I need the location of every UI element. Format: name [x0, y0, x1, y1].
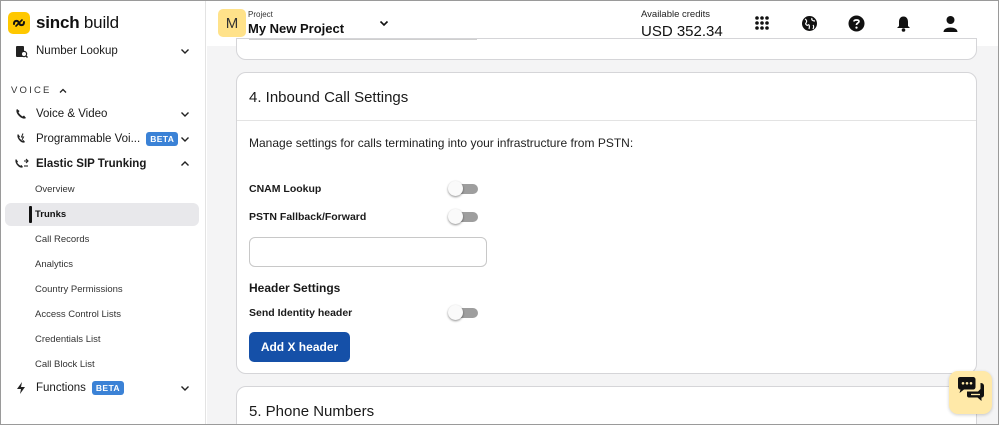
bell-icon[interactable]	[893, 13, 913, 33]
send-identity-label: Send Identity header	[249, 307, 353, 319]
subitem-label: Access Control Lists	[35, 309, 122, 320]
toggle-knob	[448, 209, 463, 224]
apps-grid-icon[interactable]	[752, 13, 772, 33]
pstn-fallback-label: PSTN Fallback/Forward	[249, 211, 367, 223]
subitem-label: Credentials List	[35, 334, 101, 345]
inbound-call-settings-card: 4. Inbound Call Settings Manage settings…	[236, 72, 977, 374]
subitem-label: Call Block List	[35, 359, 95, 370]
previous-section-divider	[249, 39, 477, 40]
chevron-down-icon[interactable]	[179, 133, 191, 145]
phone-numbers-card: 5. Phone Numbers	[236, 386, 977, 424]
project-chevron-down-icon[interactable]	[378, 17, 390, 29]
section-title: 5. Phone Numbers	[249, 403, 375, 420]
cnam-lookup-label: CNAM Lookup	[249, 183, 322, 195]
sidebar-subitem-access-control-lists[interactable]: Access Control Lists	[5, 303, 199, 326]
project-avatar[interactable]: M	[218, 9, 246, 37]
sidebar: sinch build Number Lookup VOICE Voice & …	[1, 1, 206, 424]
subitem-label: Overview	[35, 184, 75, 195]
brand-name: sinch build	[36, 13, 119, 33]
subitem-label: Analytics	[35, 259, 74, 270]
add-x-header-button[interactable]: Add X header	[249, 332, 350, 362]
sidebar-item-elastic-sip-trunking[interactable]: Elastic SIP Trunking	[5, 152, 199, 176]
sidebar-item-label: Elastic SIP Trunking	[36, 158, 147, 170]
chevron-down-icon[interactable]	[179, 382, 191, 394]
credits-caption: Available credits	[641, 9, 711, 20]
chevron-up-icon	[59, 88, 67, 93]
subitem-label: Country Permissions	[35, 284, 123, 295]
pstn-fallback-toggle[interactable]	[448, 209, 478, 224]
project-name[interactable]: My New Project	[248, 21, 344, 36]
globe-icon[interactable]	[799, 13, 819, 33]
chevron-down-icon[interactable]	[179, 108, 191, 120]
project-caption: Project	[248, 10, 273, 19]
send-identity-toggle[interactable]	[448, 305, 478, 320]
subitem-label: Trunks	[35, 209, 67, 220]
app-frame: sinch build Number Lookup VOICE Voice & …	[0, 0, 999, 425]
header-settings-heading: Header Settings	[249, 281, 341, 295]
sidebar-item-label: Number Lookup	[36, 45, 118, 57]
help-icon[interactable]	[846, 13, 866, 33]
lightning-icon	[13, 380, 29, 396]
chat-bubbles-icon	[956, 376, 986, 409]
sidebar-subitem-call-block-list[interactable]: Call Block List	[5, 353, 199, 376]
chat-support-button[interactable]	[949, 371, 992, 414]
section-divider	[237, 120, 976, 121]
toggle-knob	[448, 181, 463, 196]
voice-section-text: VOICE	[11, 85, 52, 96]
sidebar-item-label: Voice & Video	[36, 108, 108, 120]
sip-trunking-icon	[13, 156, 29, 172]
cnam-lookup-toggle[interactable]	[448, 181, 478, 196]
subitem-label: Call Records	[35, 234, 90, 245]
brand-name-bold: sinch	[36, 13, 80, 32]
sidebar-subitem-analytics[interactable]: Analytics	[5, 253, 199, 276]
sidebar-item-number-lookup[interactable]: Number Lookup	[5, 39, 199, 63]
section-title: 4. Inbound Call Settings	[249, 89, 409, 106]
chevron-up-icon[interactable]	[179, 158, 191, 170]
chevron-down-icon[interactable]	[179, 45, 191, 57]
sidebar-subitem-overview[interactable]: Overview	[5, 178, 199, 201]
sidebar-subitem-call-records[interactable]: Call Records	[5, 228, 199, 251]
sidebar-item-programmable-voice[interactable]: Programmable Voi... BETA	[5, 127, 199, 151]
brand-logo[interactable]: sinch build	[8, 11, 119, 35]
main-content: 4. Inbound Call Settings Manage settings…	[207, 38, 998, 424]
previous-section-card	[236, 38, 977, 60]
user-icon[interactable]	[940, 13, 960, 33]
sidebar-item-label: Functions	[36, 382, 86, 394]
sidebar-subitem-country-permissions[interactable]: Country Permissions	[5, 278, 199, 301]
sidebar-subitem-trunks[interactable]: Trunks	[5, 203, 199, 226]
project-initial: M	[225, 14, 239, 32]
beta-badge: BETA	[146, 132, 179, 146]
toggle-knob	[448, 305, 463, 320]
sidebar-item-functions[interactable]: Functions BETA	[5, 376, 199, 400]
fallback-number-input[interactable]	[249, 237, 487, 267]
brand-name-light: build	[79, 13, 119, 32]
number-lookup-icon	[13, 43, 29, 59]
sidebar-item-voice-video[interactable]: Voice & Video	[5, 102, 199, 126]
sidebar-subitem-credentials-list[interactable]: Credentials List	[5, 328, 199, 351]
programmable-voice-icon	[13, 131, 29, 147]
section-description: Manage settings for calls terminating in…	[249, 136, 634, 150]
voice-section-label[interactable]: VOICE	[11, 85, 68, 96]
voice-video-icon	[13, 106, 29, 122]
beta-badge: BETA	[91, 381, 124, 395]
sinch-logo-icon	[8, 12, 30, 34]
sidebar-item-label: Programmable Voi...	[36, 133, 141, 145]
